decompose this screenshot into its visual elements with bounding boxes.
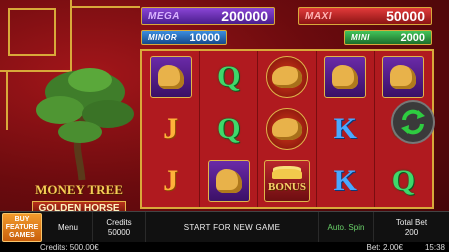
golden-horse-symbol — [207, 160, 250, 202]
money-tree-illustration — [36, 68, 134, 181]
bonus-label: BONUS — [268, 181, 306, 193]
golden-horse-symbol — [382, 56, 425, 98]
reel-cell: K — [317, 155, 374, 207]
credits-label: Credits — [106, 217, 132, 227]
letter-symbol: K — [333, 164, 357, 197]
golden-toad-symbol — [266, 56, 308, 98]
reel-cell: Q — [200, 51, 257, 103]
letter-symbol: Q — [217, 60, 241, 93]
jackpot-value: 10000 — [189, 31, 220, 44]
reel-1: J J — [142, 51, 201, 207]
golden-horse-symbol — [324, 56, 367, 98]
jackpot-value: 200000 — [221, 8, 268, 24]
reel-cell — [200, 155, 257, 207]
buy-feature-button[interactable]: BUY FEATURE GAMES — [2, 213, 42, 242]
jackpot-mini: MINI 2000 — [344, 30, 432, 45]
gold-ingot-icon — [272, 169, 302, 179]
reel-cell: J — [142, 103, 199, 155]
credits-value: 50000 — [107, 227, 131, 237]
jackpot-label: MINI — [351, 33, 370, 42]
jackpot-label: MINOR — [148, 33, 178, 42]
reel-4: K K — [317, 51, 375, 207]
reel-cell — [142, 51, 199, 103]
jackpot-maxi: MAXI 50000 — [298, 7, 432, 25]
status-bar: Credits: 500.00€ Bet: 2.00€ 15:38 — [0, 242, 449, 252]
total-bet-button[interactable]: Total Bet 200 — [374, 212, 449, 243]
letter-symbol: Q — [217, 112, 241, 145]
reel-cell: Q — [375, 155, 432, 207]
reel-cell — [375, 51, 432, 103]
reel-3: BONUS — [258, 51, 317, 207]
credits-display: Credits 50000 — [93, 212, 146, 243]
letter-symbol: Q — [391, 164, 416, 197]
start-button[interactable]: START FOR NEW GAME — [146, 212, 319, 243]
reels-grid: J J Q Q BONUS K K Q Q — [140, 49, 434, 209]
golden-horse-symbol — [149, 56, 192, 98]
golden-toad-symbol — [266, 108, 308, 150]
letter-symbol: K — [333, 112, 357, 145]
jackpot-value: 50000 — [386, 8, 425, 24]
control-bar: BUY FEATURE GAMES Menu Credits 50000 STA… — [0, 211, 449, 243]
logo-title: MONEY TREE — [35, 182, 123, 197]
letter-symbol: J — [163, 164, 179, 197]
spin-button[interactable] — [391, 100, 435, 144]
refresh-arrows-icon — [401, 109, 425, 135]
status-credits: Credits: 500.00€ — [40, 242, 99, 252]
reel-cell — [317, 51, 374, 103]
jackpot-minor: MINOR 10000 — [141, 30, 227, 45]
reel-cell — [258, 103, 315, 155]
reel-cell: Q — [200, 103, 257, 155]
status-bet: Bet: 2.00€ — [366, 242, 403, 252]
jackpot-label: MAXI — [305, 10, 332, 22]
letter-symbol: J — [163, 112, 179, 145]
jackpot-mega: MEGA 200000 — [141, 7, 275, 25]
menu-button[interactable]: Menu — [44, 212, 93, 243]
reel-cell: K — [317, 103, 374, 155]
reel-cell: BONUS — [258, 155, 315, 207]
jackpot-value: 2000 — [400, 31, 425, 44]
bonus-symbol: BONUS — [264, 160, 310, 202]
jackpot-label: MEGA — [148, 10, 180, 22]
status-clock: 15:38 — [424, 242, 445, 252]
auto-spin-button[interactable]: Auto. Spin — [319, 212, 374, 243]
reel-cell: J — [142, 155, 199, 207]
reel-2: Q Q — [200, 51, 259, 207]
decorative-frame-line — [70, 6, 140, 8]
reel-cell — [258, 51, 315, 103]
total-bet-label: Total Bet — [395, 217, 428, 227]
decorative-frame-line — [6, 70, 8, 130]
total-bet-value: 200 — [404, 227, 419, 237]
